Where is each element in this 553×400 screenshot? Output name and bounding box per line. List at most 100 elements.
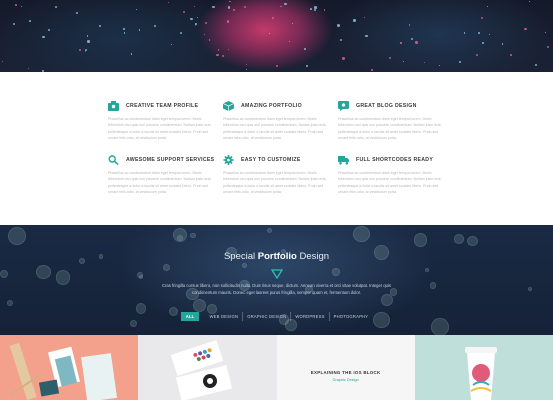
bokeh-decoration <box>162 263 170 271</box>
sparkle-decoration <box>154 24 157 27</box>
diamond-icon <box>271 269 283 279</box>
filter-wordpress[interactable]: WORDPRESS <box>291 312 330 321</box>
sparkle-decoration <box>54 6 58 9</box>
sparkle-decoration <box>171 44 173 46</box>
sparkle-decoration <box>353 19 356 22</box>
portfolio-description: Cras fringilla cursus libero, non sollic… <box>161 283 392 295</box>
sparkle-decoration <box>284 2 288 6</box>
bokeh-decoration <box>454 234 464 244</box>
sparkle-decoration <box>1 60 3 62</box>
feature-text: Phasellus ac condimentum diam eget tempu… <box>338 117 442 141</box>
sparkle-decoration <box>233 8 236 11</box>
sparkle-decoration <box>222 54 225 57</box>
feature-text: Phasellus ac condimentum diam eget tempu… <box>338 171 442 195</box>
portfolio-grid: EXPLAINING THE IOS BLOCK Graphic Design <box>0 335 553 400</box>
business-cards-image <box>171 340 233 400</box>
sparkle-decoration <box>182 11 185 14</box>
feature-amazing-portfolio: AMAZING PORTFOLIO Phasellus ac condiment… <box>223 100 328 142</box>
portfolio-item-ios-block[interactable]: EXPLAINING THE IOS BLOCK Graphic Design <box>276 335 415 400</box>
sparkle-decoration <box>280 5 282 8</box>
portfolio-item-title: EXPLAINING THE IOS BLOCK <box>310 370 381 375</box>
portfolio-section: Special Portfolio Design Cras fringilla … <box>0 225 553 335</box>
portfolio-filters: ALL WEB DESIGN GRAPHIC DESIGN WORDPRESS … <box>0 312 553 321</box>
bokeh-decoration <box>467 235 478 247</box>
portfolio-cube-icon <box>223 101 234 111</box>
sparkle-decoration <box>475 53 479 57</box>
portfolio-item-category[interactable]: Graphic Design <box>277 378 415 382</box>
sparkle-decoration <box>488 33 491 36</box>
sparkle-decoration <box>304 48 307 51</box>
bokeh-decoration <box>429 282 437 289</box>
portfolio-item-coffee-cup[interactable] <box>414 335 553 400</box>
sparkle-decoration <box>463 32 466 35</box>
sparkle-decoration <box>342 56 346 60</box>
sparkle-decoration <box>123 32 126 34</box>
sparkle-decoration <box>190 17 194 21</box>
sparkle-decoration <box>459 60 462 63</box>
sparkle-decoration <box>98 24 102 28</box>
sparkle-decoration <box>313 8 316 11</box>
bokeh-decoration <box>424 267 429 273</box>
feature-customize: EASY TO CUSTOMIZE Phasellus ac condiment… <box>223 154 328 196</box>
sparkle-decoration <box>310 8 312 11</box>
filter-graphic-design[interactable]: GRAPHIC DESIGN <box>243 312 292 321</box>
sparkle-decoration <box>75 11 78 15</box>
sparkle-decoration <box>423 61 426 64</box>
sparkle-decoration <box>547 45 550 48</box>
sparkle-decoration <box>28 20 31 22</box>
sparkle-decoration <box>20 5 22 8</box>
sparkle-decoration <box>42 35 45 39</box>
sparkle-decoration <box>400 42 402 44</box>
sparkle-decoration <box>47 29 50 32</box>
sparkle-decoration <box>365 35 368 38</box>
feature-text: Phasellus ac condimentum diam eget tempu… <box>108 171 212 195</box>
sparkle-decoration <box>272 16 275 19</box>
feature-support: AWESOME SUPPORT SERVICES Phasellus ac co… <box>108 154 214 196</box>
sparkle-decoration <box>193 5 196 8</box>
portfolio-item-stationery[interactable] <box>0 335 139 400</box>
sparkle-decoration <box>269 33 271 34</box>
bokeh-decoration <box>190 233 196 239</box>
filter-photography[interactable]: PHOTOGRAPHY <box>330 312 373 321</box>
portfolio-heading-end: Design <box>299 251 330 262</box>
sparkle-decoration <box>204 21 208 24</box>
portfolio-item-business-cards[interactable] <box>138 335 277 400</box>
feature-creative-team: CREATIVE TEAM PROFILE Phasellus ac condi… <box>108 100 213 142</box>
bokeh-decoration <box>36 264 51 280</box>
bokeh-decoration <box>528 287 533 292</box>
portfolio-heading-bold: Portfolio <box>257 251 297 262</box>
stationery-mockup-image <box>9 342 118 400</box>
feature-title: GREAT BLOG DESIGN <box>356 103 417 109</box>
feature-shortcodes: FULL SHORTCODES READY Phasellus ac condi… <box>338 154 443 196</box>
sparkle-decoration <box>217 49 219 51</box>
sparkle-decoration <box>27 67 29 69</box>
coffee-cup-image <box>464 347 497 400</box>
truck-icon <box>338 155 349 165</box>
bokeh-decoration <box>413 233 428 248</box>
sparkle-decoration <box>204 33 206 35</box>
sparkle-decoration <box>336 24 340 27</box>
search-icon <box>108 155 119 165</box>
sparkle-decoration <box>288 40 291 43</box>
sparkle-decoration <box>123 28 126 30</box>
sparkle-decoration <box>545 32 547 34</box>
portfolio-heading-light: Special <box>223 251 256 262</box>
feature-title: FULL SHORTCODES READY <box>356 157 434 163</box>
bokeh-decoration <box>6 299 13 306</box>
blog-chat-icon <box>338 101 349 111</box>
sparkle-decoration <box>291 22 294 25</box>
features-section: CREATIVE TEAM PROFILE Phasellus ac condi… <box>0 72 553 225</box>
sparkle-decoration <box>135 8 137 10</box>
sparkle-decoration <box>245 63 248 66</box>
sparkle-decoration <box>130 53 133 55</box>
team-icon <box>108 101 119 111</box>
sparkle-decoration <box>194 24 196 27</box>
filter-web-design[interactable]: WEB DESIGN <box>205 312 244 321</box>
sparkle-decoration <box>212 6 215 9</box>
sparkle-decoration <box>438 64 440 66</box>
sparkle-decoration <box>243 6 246 9</box>
sparkle-decoration <box>196 16 198 18</box>
bokeh-decoration <box>0 270 8 279</box>
sparkle-decoration <box>227 6 231 9</box>
filter-all[interactable]: ALL <box>180 312 200 321</box>
